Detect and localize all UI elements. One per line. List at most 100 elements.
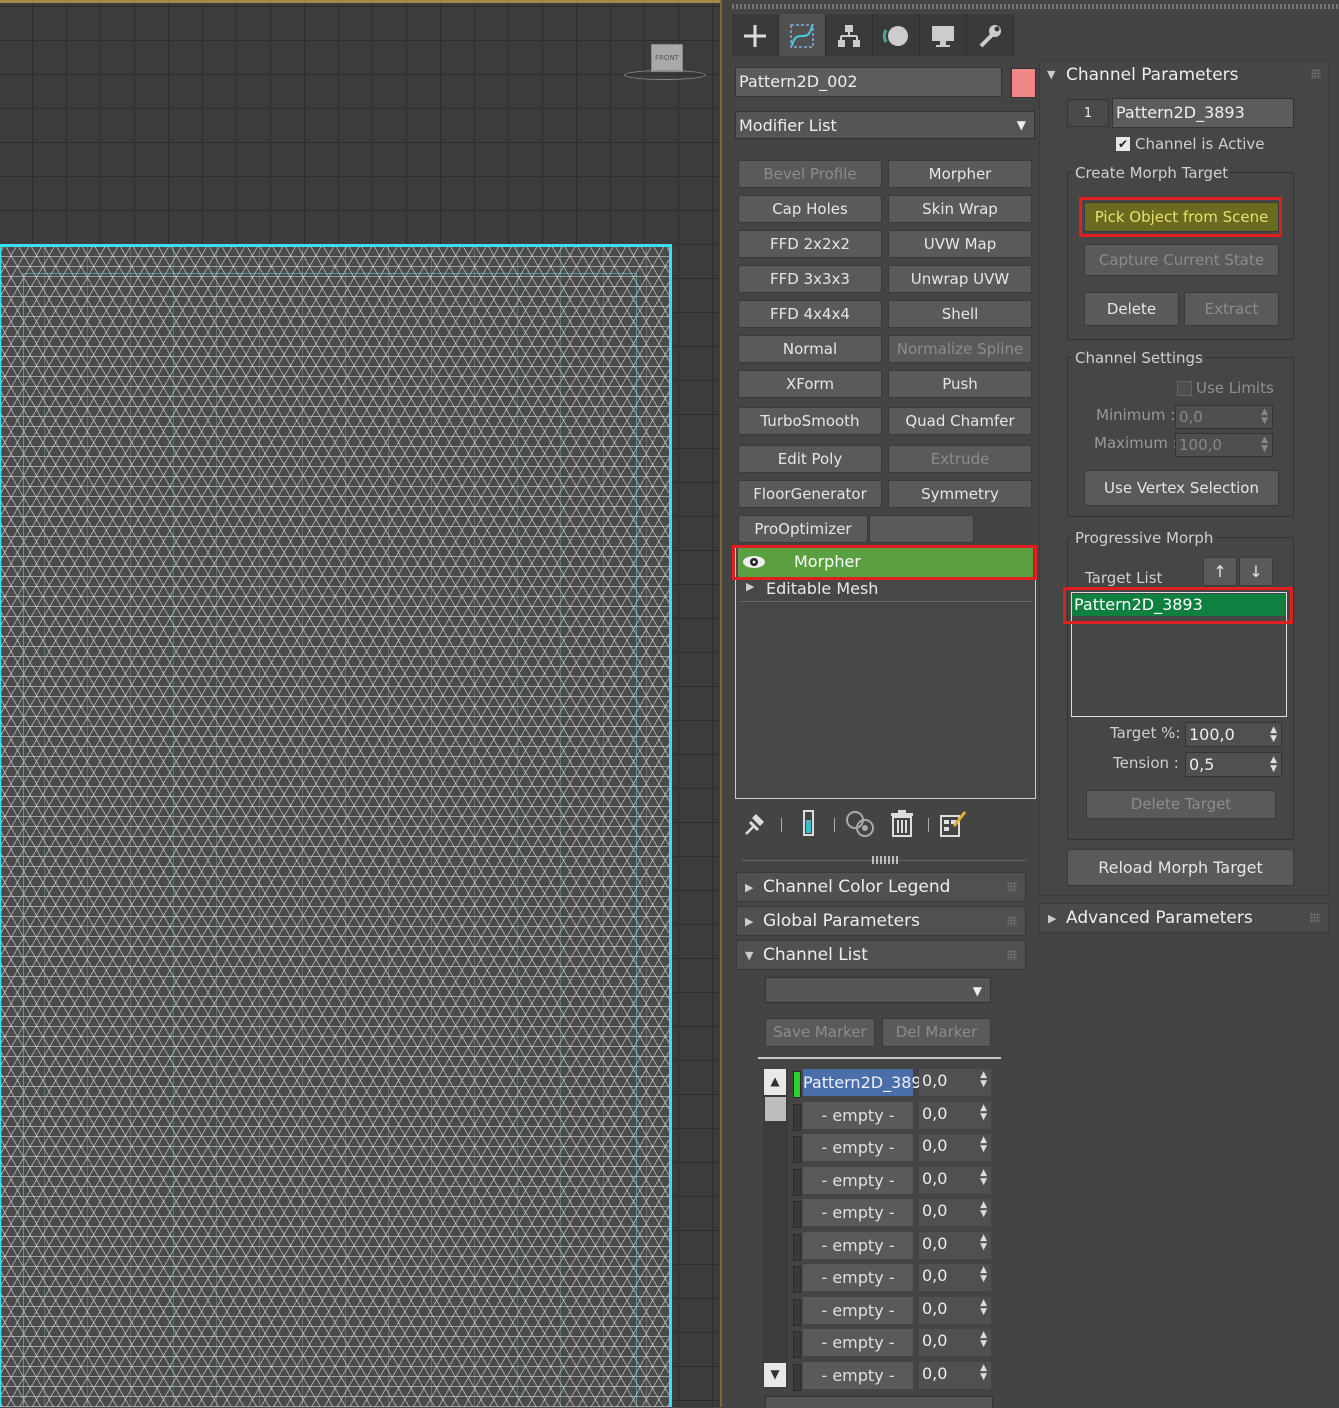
- mod-btn-turbosmooth[interactable]: TurboSmooth: [738, 407, 882, 435]
- tab-motion[interactable]: [873, 14, 920, 56]
- channel-value-spinner[interactable]: 0,0 ▲ ▼: [919, 1167, 991, 1194]
- mod-btn-ffd-3x3x3[interactable]: FFD 3x3x3: [738, 265, 882, 293]
- spinner-arrows-icon[interactable]: ▲ ▼: [980, 1331, 987, 1349]
- panel-drag-strip[interactable]: [732, 4, 1339, 9]
- channel-row[interactable]: - empty - 0,0 ▲ ▼: [793, 1134, 993, 1163]
- scroll-thumb[interactable]: [765, 1097, 786, 1121]
- channel-row[interactable]: - empty - 0,0 ▲ ▼: [793, 1199, 993, 1228]
- stack-item-editable-mesh[interactable]: ▶ Editable Mesh: [740, 579, 1032, 602]
- tab-hierarchy[interactable]: [826, 14, 873, 56]
- channel-value-spinner[interactable]: 0,0 ▲ ▼: [919, 1362, 991, 1389]
- marker-dropdown[interactable]: ▼: [765, 977, 991, 1003]
- channel-name-button[interactable]: - empty -: [803, 1134, 913, 1161]
- tab-create[interactable]: [732, 14, 779, 56]
- spinner-arrows-icon[interactable]: ▲ ▼: [980, 1136, 987, 1154]
- channel-row[interactable]: - empty - 0,0 ▲ ▼: [793, 1232, 993, 1261]
- delete-target-button[interactable]: Delete Target: [1086, 790, 1276, 819]
- mod-btn-quad-chamfer[interactable]: Quad Chamfer: [888, 407, 1032, 435]
- channel-active-checkbox[interactable]: ✔: [1116, 137, 1130, 151]
- channel-name-button[interactable]: - empty -: [803, 1232, 913, 1259]
- mod-btn-unwrap-uvw[interactable]: Unwrap UVW: [888, 265, 1032, 293]
- viewport-front[interactable]: FRONT: [0, 0, 724, 1407]
- spinner-arrows-icon[interactable]: ▲ ▼: [980, 1364, 987, 1382]
- target-pct-spinner[interactable]: 100,0 ▲ ▼: [1185, 722, 1282, 747]
- scroll-up-button[interactable]: ▲: [764, 1069, 786, 1095]
- mod-btn-uvw-map[interactable]: UVW Map: [888, 230, 1032, 258]
- delete-button[interactable]: Delete: [1084, 292, 1179, 326]
- channel-value-spinner[interactable]: 0,0 ▲ ▼: [919, 1134, 991, 1161]
- mod-btn-ffd-4x4x4[interactable]: FFD 4x4x4: [738, 300, 882, 328]
- rollout-channel-color-legend[interactable]: ▶ Channel Color Legend: [736, 872, 1026, 902]
- tab-display[interactable]: [920, 14, 967, 56]
- channel-name-button[interactable]: - empty -: [803, 1329, 913, 1356]
- mod-btn-normalize-spline[interactable]: Normalize Spline: [888, 335, 1032, 363]
- channel-row[interactable]: - empty - 0,0 ▲ ▼: [793, 1297, 993, 1326]
- channel-value-spinner[interactable]: 0,0 ▲ ▼: [919, 1069, 991, 1096]
- tension-spinner[interactable]: 0,5 ▲ ▼: [1185, 752, 1282, 777]
- channel-name-button[interactable]: - empty -: [803, 1264, 913, 1291]
- mod-btn-bevel-profile[interactable]: Bevel Profile: [738, 160, 882, 188]
- channel-value-spinner[interactable]: 0,0 ▲ ▼: [919, 1232, 991, 1259]
- mod-btn-morpher[interactable]: Morpher: [888, 160, 1032, 188]
- spinner-arrows-icon[interactable]: ▲ ▼: [980, 1071, 987, 1089]
- channel-name-button[interactable]: - empty -: [803, 1199, 913, 1226]
- use-vertex-selection-button[interactable]: Use Vertex Selection: [1084, 470, 1279, 506]
- selected-mesh-plane[interactable]: [0, 244, 672, 1407]
- channel-name-button[interactable]: - empty -: [803, 1297, 913, 1324]
- spinner-arrows-icon[interactable]: ▲ ▼: [1261, 436, 1268, 454]
- pin-stack-button[interactable]: [740, 808, 770, 840]
- mod-btn-extrude[interactable]: Extrude: [888, 445, 1032, 473]
- channel-value-spinner[interactable]: 0,0 ▲ ▼: [919, 1297, 991, 1324]
- spinner-arrows-icon[interactable]: ▲ ▼: [980, 1104, 987, 1122]
- rollout-channel-list[interactable]: ▼ Channel List: [736, 940, 1026, 970]
- mod-btn-symmetry[interactable]: Symmetry: [888, 480, 1032, 508]
- channel-parameters-header[interactable]: ▼ Channel Parameters: [1039, 60, 1329, 90]
- channel-name-button[interactable]: Pattern2D_3893: [803, 1069, 932, 1096]
- channel-name-button[interactable]: - empty -: [803, 1167, 913, 1194]
- viewcube-front-face[interactable]: FRONT: [651, 44, 683, 72]
- move-target-down-button[interactable]: ↓: [1239, 557, 1273, 586]
- maximum-spinner[interactable]: 100,0 ▲ ▼: [1175, 433, 1273, 457]
- save-marker-button[interactable]: Save Marker: [765, 1018, 875, 1047]
- move-target-up-button[interactable]: ↑: [1203, 557, 1237, 586]
- mod-btn-push[interactable]: Push: [888, 370, 1032, 398]
- channel-name-button[interactable]: - empty -: [803, 1102, 913, 1129]
- channel-scrollbar[interactable]: ▲ ▼: [763, 1069, 788, 1389]
- viewcube[interactable]: FRONT: [624, 42, 706, 82]
- show-end-result-button[interactable]: [795, 808, 825, 840]
- modifier-list-dropdown[interactable]: Modifier List ▼: [735, 111, 1035, 139]
- spinner-arrows-icon[interactable]: ▲ ▼: [1270, 756, 1277, 774]
- mod-btn-skin-wrap[interactable]: Skin Wrap: [888, 195, 1032, 223]
- mod-btn-edit-poly[interactable]: Edit Poly: [738, 445, 882, 473]
- divider-grip-handle[interactable]: [872, 856, 898, 864]
- tab-utilities[interactable]: [967, 14, 1014, 56]
- mod-btn-floorgenerator[interactable]: FloorGenerator: [738, 480, 882, 508]
- remove-modifier-button[interactable]: [887, 808, 917, 840]
- spinner-arrows-icon[interactable]: ▲ ▼: [1270, 726, 1277, 744]
- channel-value-spinner[interactable]: 0,0 ▲ ▼: [919, 1199, 991, 1226]
- channel-row[interactable]: - empty - 0,0 ▲ ▼: [793, 1102, 993, 1131]
- spinner-arrows-icon[interactable]: ▲ ▼: [980, 1234, 987, 1252]
- minimum-spinner[interactable]: 0,0 ▲ ▼: [1175, 405, 1273, 429]
- mod-btn-xform[interactable]: XForm: [738, 370, 882, 398]
- spinner-arrows-icon[interactable]: ▲ ▼: [1261, 408, 1268, 426]
- channel-row[interactable]: - empty - 0,0 ▲ ▼: [793, 1329, 993, 1358]
- spinner-arrows-icon[interactable]: ▲ ▼: [980, 1201, 987, 1219]
- mod-btn-prooptimizer[interactable]: ProOptimizer: [738, 515, 868, 543]
- expand-arrow-icon[interactable]: ▶: [746, 580, 754, 593]
- tab-modify[interactable]: [779, 14, 826, 56]
- make-unique-button[interactable]: [845, 808, 875, 840]
- channel-name-field[interactable]: Pattern2D_3893: [1112, 98, 1294, 128]
- channel-number-field[interactable]: 1: [1067, 99, 1109, 127]
- mod-btn-shell[interactable]: Shell: [888, 300, 1032, 328]
- channel-row[interactable]: - empty - 0,0 ▲ ▼: [793, 1362, 993, 1391]
- mod-btn-normal[interactable]: Normal: [738, 335, 882, 363]
- scroll-down-button[interactable]: ▼: [764, 1363, 786, 1387]
- channel-row[interactable]: - empty - 0,0 ▲ ▼: [793, 1264, 993, 1293]
- channel-name-button[interactable]: - empty -: [803, 1362, 913, 1389]
- use-limits-checkbox[interactable]: [1177, 381, 1192, 396]
- rollout-advanced-parameters[interactable]: ▶ Advanced Parameters: [1039, 903, 1329, 933]
- mod-btn-cap-holes[interactable]: Cap Holes: [738, 195, 882, 223]
- channel-value-spinner[interactable]: 0,0 ▲ ▼: [919, 1329, 991, 1356]
- extract-button[interactable]: Extract: [1184, 292, 1279, 326]
